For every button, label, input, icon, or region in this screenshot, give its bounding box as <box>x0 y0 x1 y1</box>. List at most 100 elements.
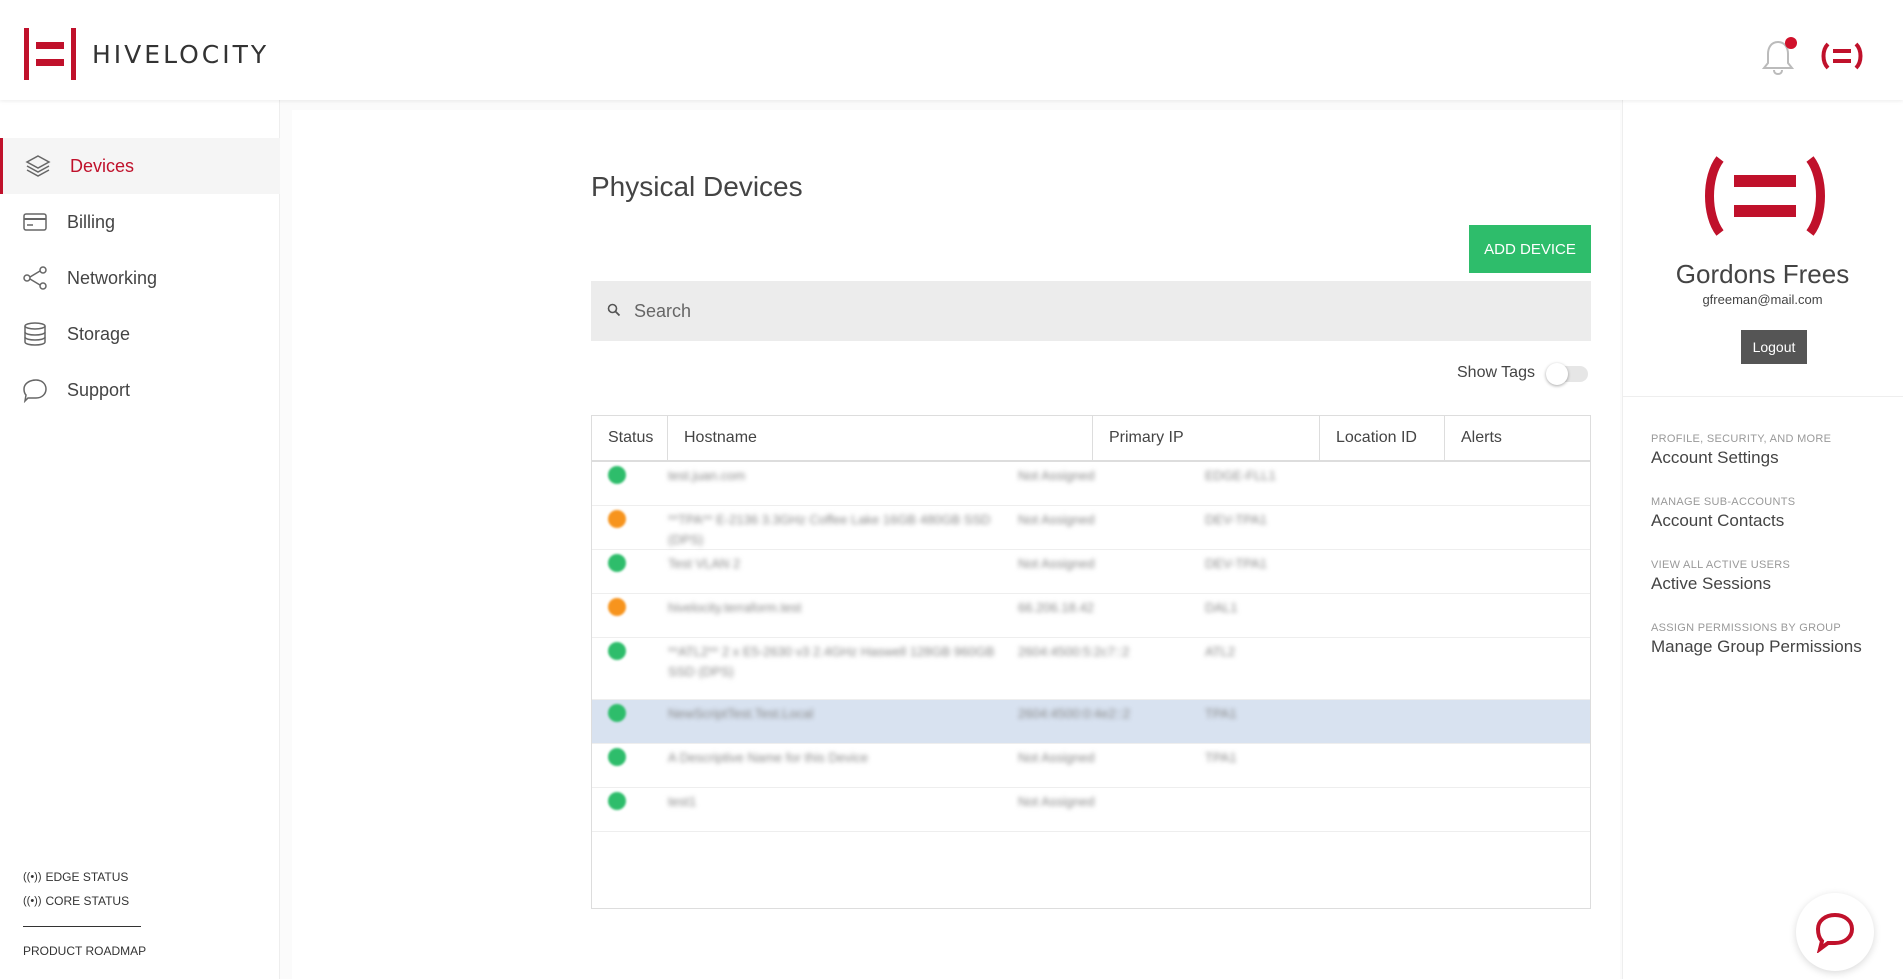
primary-ip-cell: Not Assigned <box>1018 794 1095 809</box>
sidebar: Devices Billing Networking Storage Suppo… <box>0 100 280 979</box>
chat-icon <box>1815 912 1855 953</box>
account-settings-link[interactable]: PROFILE, SECURITY, AND MORE Account Sett… <box>1651 433 1831 468</box>
hivelocity-logo[interactable]: HIVELOCITY <box>24 28 269 80</box>
hostname-cell[interactable]: **TPA** E-2136 3.3GHz Coffee Lake 16GB 4… <box>668 510 998 550</box>
column-header-primary-ip[interactable]: Primary IP <box>1093 416 1320 460</box>
sidebar-item-label: Support <box>67 379 131 400</box>
page-title: Physical Devices <box>591 171 803 202</box>
sidebar-item-networking[interactable]: Networking <box>0 250 280 306</box>
core-status-link[interactable]: ((•)) CORE STATUS <box>23 894 129 908</box>
search-bar <box>591 281 1591 341</box>
status-indicator <box>608 554 626 572</box>
manage-group-permissions-link[interactable]: ASSIGN PERMISSIONS BY GROUP Manage Group… <box>1651 622 1862 657</box>
primary-ip-cell: Not Assigned <box>1018 468 1095 483</box>
chat-bubble-icon <box>23 379 47 403</box>
location-cell: EDGE-FLL1 <box>1205 468 1276 483</box>
edge-status-label: EDGE STATUS <box>45 870 129 884</box>
column-header-status[interactable]: Status <box>592 416 668 460</box>
top-header: HIVELOCITY <box>0 0 1903 100</box>
notification-badge <box>1785 37 1797 49</box>
link-caption: ASSIGN PERMISSIONS BY GROUP <box>1651 622 1842 634</box>
primary-ip-cell: Not Assigned <box>1018 556 1095 571</box>
column-header-location-id[interactable]: Location ID <box>1320 416 1445 460</box>
show-tags-label: Show Tags <box>1457 364 1535 381</box>
devices-table: Status Hostname Primary IP Location ID A… <box>591 415 1591 909</box>
status-indicator <box>608 510 626 528</box>
show-tags-toggle[interactable] <box>1546 363 1588 385</box>
sidebar-item-label: Devices <box>70 155 135 176</box>
hostname-cell[interactable]: NewScriptTest.Test.Local <box>668 704 998 724</box>
location-cell: TPA1 <box>1205 706 1237 721</box>
status-indicator <box>608 466 626 484</box>
hostname-cell[interactable]: Test VLAN 2 <box>668 554 998 574</box>
link-title: Active Sessions <box>1651 574 1771 593</box>
location-cell: TPA1 <box>1205 750 1237 765</box>
location-cell: DEV-TPA1 <box>1205 512 1267 527</box>
profile-name: Gordons Frees <box>1675 259 1850 289</box>
hostname-cell[interactable]: test.juan.com <box>668 466 998 486</box>
status-indicator <box>608 792 626 810</box>
sidebar-item-devices[interactable]: Devices <box>0 138 280 194</box>
table-row[interactable]: **TPA** E-2136 3.3GHz Coffee Lake 16GB 4… <box>592 506 1590 550</box>
sidebar-item-label: Storage <box>67 323 131 344</box>
divider <box>1622 396 1903 397</box>
location-cell: ATL2 <box>1205 644 1236 659</box>
column-header-hostname[interactable]: Hostname <box>668 416 1093 460</box>
table-row[interactable]: NewScriptTest.Test.Local 2604:4500:0:4e2:… <box>592 700 1590 744</box>
live-chat-button[interactable] <box>1796 893 1874 971</box>
toggle-knob <box>1546 363 1568 385</box>
search-icon <box>607 303 621 317</box>
edge-status-link[interactable]: ((•)) EDGE STATUS <box>23 870 128 884</box>
sidebar-item-storage[interactable]: Storage <box>0 306 280 362</box>
database-icon <box>24 322 46 346</box>
table-row[interactable]: A Descriptive Name for this Device Not As… <box>592 744 1590 788</box>
logout-button[interactable]: Logout <box>1741 330 1807 364</box>
table-row[interactable]: test.juan.com Not Assigned EDGE-FLL1 <box>592 462 1590 506</box>
link-title: Account Settings <box>1651 448 1779 467</box>
table-row[interactable]: test1 Not Assigned <box>592 788 1590 832</box>
account-contacts-link[interactable]: MANAGE SUB-ACCOUNTS Account Contacts <box>1651 496 1795 531</box>
divider <box>23 926 141 927</box>
hostname-cell[interactable]: test1 <box>668 792 998 812</box>
sidebar-item-label: Billing <box>67 211 116 232</box>
location-cell: DAL1 <box>1205 600 1238 615</box>
share-icon <box>23 266 47 290</box>
active-sessions-link[interactable]: VIEW ALL ACTIVE USERS Active Sessions <box>1651 559 1790 594</box>
brand-name: HIVELOCITY <box>92 39 270 69</box>
column-header-alerts[interactable]: Alerts <box>1445 416 1590 460</box>
brand-mark-icon <box>24 28 76 80</box>
sidebar-item-support[interactable]: Support <box>0 362 280 418</box>
core-status-label: CORE STATUS <box>45 894 130 908</box>
primary-ip-cell: 2604:4500:5:2c7::2 <box>1018 644 1130 659</box>
sidebar-item-billing[interactable]: Billing <box>0 194 280 250</box>
credit-card-icon <box>23 213 47 231</box>
table-row[interactable]: hivelocity.terraform.test 66.206.18.42 DAL… <box>592 594 1590 638</box>
link-caption: VIEW ALL ACTIVE USERS <box>1651 559 1791 571</box>
layers-icon <box>25 155 51 177</box>
add-device-button[interactable]: ADD DEVICE <box>1469 225 1591 273</box>
table-header: Status Hostname Primary IP Location ID A… <box>592 416 1590 462</box>
table-row[interactable]: **ATL2** 2 x E5-2630 v3 2.4GHz Haswell 1… <box>592 638 1590 700</box>
broadcast-icon: ((•)) <box>23 895 42 907</box>
link-title: Manage Group Permissions <box>1651 637 1862 656</box>
location-cell: DEV-TPA1 <box>1205 556 1267 571</box>
link-caption: MANAGE SUB-ACCOUNTS <box>1651 496 1796 508</box>
status-indicator <box>608 748 626 766</box>
profile-avatar-icon <box>1705 156 1825 236</box>
product-roadmap-link[interactable]: PRODUCT ROADMAP <box>23 944 146 958</box>
hostname-cell[interactable]: **ATL2** 2 x E5-2630 v3 2.4GHz Haswell 1… <box>668 642 998 682</box>
user-avatar-icon[interactable] <box>1820 42 1864 70</box>
status-indicator <box>608 598 626 616</box>
broadcast-icon: ((•)) <box>23 871 42 883</box>
link-caption: PROFILE, SECURITY, AND MORE <box>1651 433 1832 445</box>
primary-ip-cell: 2604:4500:0:4e2::2 <box>1018 706 1131 721</box>
status-indicator <box>608 704 626 722</box>
hostname-cell[interactable]: hivelocity.terraform.test <box>668 598 998 618</box>
search-input[interactable] <box>634 281 1574 341</box>
hostname-cell[interactable]: A Descriptive Name for this Device <box>668 748 998 768</box>
status-indicator <box>608 642 626 660</box>
sidebar-item-label: Networking <box>67 267 158 288</box>
link-title: Account Contacts <box>1651 511 1785 530</box>
primary-ip-cell: Not Assigned <box>1018 750 1095 765</box>
table-row[interactable]: Test VLAN 2 Not Assigned DEV-TPA1 <box>592 550 1590 594</box>
